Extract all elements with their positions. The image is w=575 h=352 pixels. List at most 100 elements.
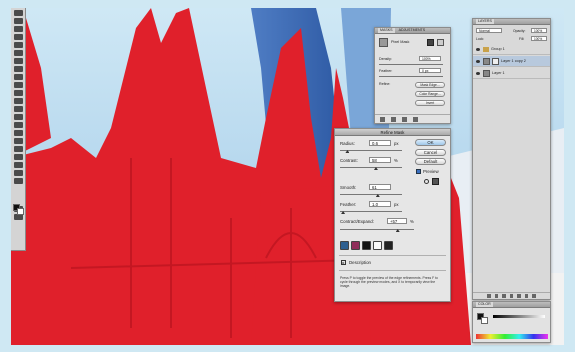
layers-footer: [473, 292, 550, 299]
layer-style-icon[interactable]: [494, 294, 499, 298]
invert-button[interactable]: Invert: [415, 100, 445, 106]
mask-feather-label: Feather:: [379, 69, 393, 73]
path-select-tool-icon[interactable]: [14, 138, 23, 144]
shape-tool-icon[interactable]: [14, 146, 23, 152]
radius-unit: px: [394, 141, 399, 146]
ok-button[interactable]: OK: [415, 139, 446, 146]
smooth-label: Smooth:: [340, 185, 357, 190]
contract-expand-field[interactable]: +57: [387, 218, 407, 224]
contract-expand-slider[interactable]: [340, 229, 414, 230]
dodge-tool-icon[interactable]: [14, 114, 23, 120]
layers-panel: LAYERS Normal Opacity: 100% Lock: Fill: …: [472, 18, 551, 300]
crop-tool-icon[interactable]: [14, 42, 23, 48]
feather-slider[interactable]: [340, 211, 402, 212]
apply-mask-icon[interactable]: [391, 117, 396, 122]
mask-feather-field[interactable]: 0 px: [419, 68, 441, 73]
feather-field[interactable]: 1.0: [369, 201, 391, 207]
radius-label: Radius:: [340, 141, 355, 146]
contract-expand-label: Contract/Expand:: [340, 219, 374, 224]
eyedropper-tool-icon[interactable]: [14, 50, 23, 56]
layer-mask-thumbnail[interactable]: [492, 57, 499, 65]
radius-slider[interactable]: [340, 150, 402, 151]
layer-name: Group 1: [491, 47, 505, 51]
preview-checkbox[interactable]: [416, 169, 421, 174]
default-button[interactable]: Default: [415, 158, 446, 165]
zoom-icon[interactable]: [424, 179, 429, 184]
adjustment-layer-icon[interactable]: [509, 294, 514, 298]
layer-name: Layer 1 copy 2: [501, 59, 526, 63]
opacity-field[interactable]: 100%: [531, 28, 547, 33]
contrast-slider[interactable]: [340, 167, 402, 168]
trash-icon[interactable]: [532, 294, 537, 298]
eye-icon[interactable]: [476, 59, 480, 63]
view-mode-mask-icon[interactable]: [384, 241, 393, 250]
fill-field[interactable]: 100%: [531, 36, 547, 41]
new-group-icon[interactable]: [517, 294, 521, 298]
mask-feather-slider[interactable]: [379, 76, 443, 77]
density-slider[interactable]: [379, 64, 443, 65]
marquee-tool-icon[interactable]: [14, 18, 23, 24]
hand-tool-icon[interactable]: [14, 170, 23, 176]
mask-edge-button[interactable]: Mask Edge...: [415, 82, 445, 88]
eye-icon[interactable]: [476, 71, 480, 75]
tab-color[interactable]: COLOR: [476, 302, 493, 307]
history-brush-tool-icon[interactable]: [14, 82, 23, 88]
eraser-tool-icon[interactable]: [14, 90, 23, 96]
smooth-field[interactable]: 61: [369, 184, 391, 190]
contrast-field[interactable]: 58: [369, 157, 391, 163]
masks-panel: MASKS ADJUSTMENTS Pixel Mask Density: 10…: [374, 27, 451, 124]
3d-orbit-tool-icon[interactable]: [14, 162, 23, 168]
view-mode-marching-ants-icon[interactable]: [340, 241, 349, 250]
eye-icon[interactable]: [476, 47, 480, 51]
link-layers-icon[interactable]: [487, 294, 491, 298]
layer-name: Layer 1: [492, 71, 505, 75]
brush-tool-icon[interactable]: [14, 66, 23, 72]
smooth-slider[interactable]: [340, 194, 402, 195]
contrast-label: Contrast:: [340, 158, 358, 163]
color-range-button[interactable]: Color Range...: [415, 91, 445, 97]
layer-row-selected[interactable]: Layer 1 copy 2: [473, 56, 550, 67]
gradient-tool-icon[interactable]: [14, 98, 23, 104]
layer-row[interactable]: Group 1: [473, 44, 550, 55]
radius-field[interactable]: 0.6: [369, 140, 391, 146]
fill-label: Fill:: [519, 37, 525, 41]
quick-select-tool-icon[interactable]: [14, 34, 23, 40]
tab-adjustments[interactable]: ADJUSTMENTS: [397, 28, 428, 33]
pen-tool-icon[interactable]: [14, 122, 23, 128]
zoom-tool-icon[interactable]: [14, 178, 23, 184]
view-mode-quick-mask-icon[interactable]: [351, 241, 360, 250]
3d-rotate-tool-icon[interactable]: [14, 154, 23, 160]
lasso-tool-icon[interactable]: [14, 26, 23, 32]
view-mode-on-black-icon[interactable]: [362, 241, 371, 250]
tab-layers[interactable]: LAYERS: [476, 19, 494, 24]
healing-brush-tool-icon[interactable]: [14, 58, 23, 64]
background-color-swatch[interactable]: [17, 208, 24, 215]
view-mode-on-white-icon[interactable]: [373, 241, 382, 250]
move-tool-icon[interactable]: [14, 10, 23, 16]
cancel-button[interactable]: Cancel: [415, 149, 446, 156]
delete-mask-icon[interactable]: [413, 117, 418, 122]
type-tool-icon[interactable]: [14, 130, 23, 136]
layer-row[interactable]: Layer 1: [473, 68, 550, 79]
vector-mask-icon[interactable]: [437, 39, 444, 46]
blur-tool-icon[interactable]: [14, 106, 23, 112]
load-selection-icon[interactable]: [380, 117, 385, 122]
color-spectrum-ramp[interactable]: [476, 334, 548, 339]
expand-description-icon[interactable]: ▸: [341, 260, 346, 265]
add-mask-icon[interactable]: [502, 294, 506, 298]
feather-unit: px: [394, 202, 399, 207]
pixel-mask-icon[interactable]: [427, 39, 434, 46]
tab-masks[interactable]: MASKS: [378, 28, 395, 33]
disable-mask-icon[interactable]: [402, 117, 407, 122]
clone-stamp-tool-icon[interactable]: [14, 74, 23, 80]
hand-icon[interactable]: [432, 178, 439, 185]
color-background-swatch[interactable]: [481, 317, 488, 324]
refine-mask-title: Refine Mask: [335, 129, 450, 136]
color-slider-track[interactable]: [493, 315, 545, 318]
density-field[interactable]: 100%: [419, 56, 441, 61]
blend-mode-select[interactable]: Normal: [476, 28, 502, 33]
mask-name: Pixel Mask: [391, 40, 410, 44]
tools-panel: [11, 8, 26, 251]
new-layer-icon[interactable]: [524, 294, 529, 298]
description-label: Description: [349, 260, 371, 265]
